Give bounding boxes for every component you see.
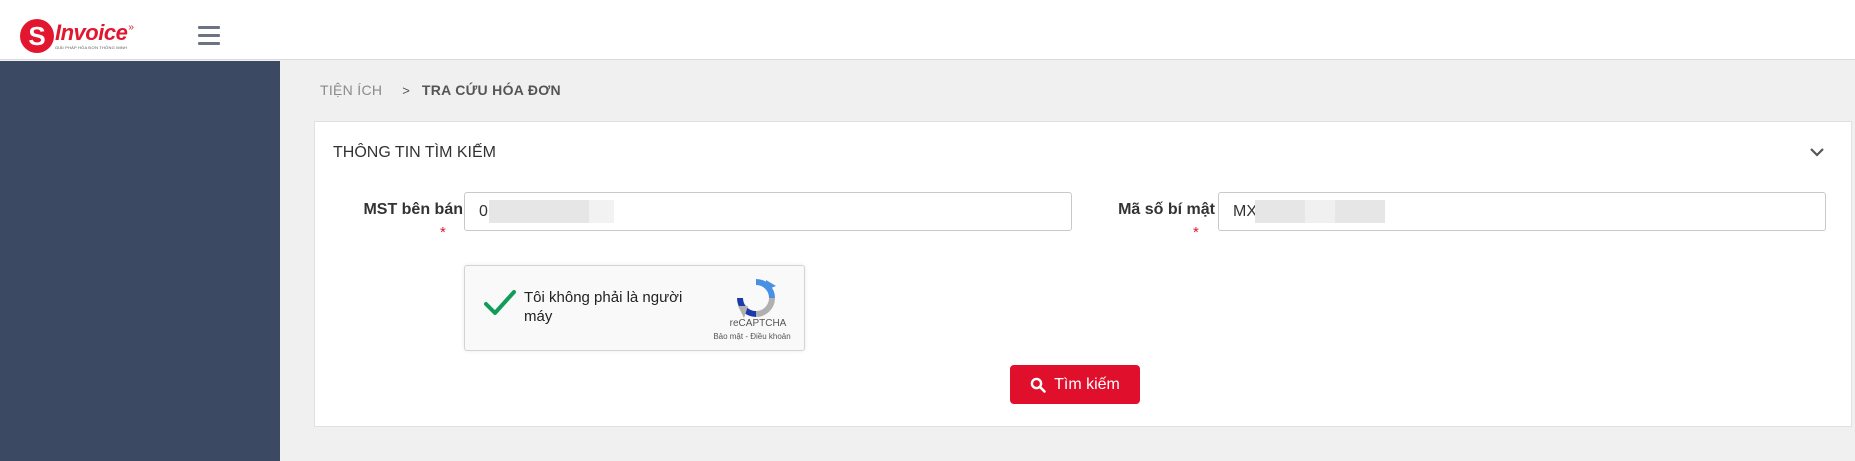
redacted-mask xyxy=(1255,200,1305,223)
breadcrumb-current: TRA CỨU HÓA ĐƠN xyxy=(421,82,561,98)
search-button-label: Tìm kiếm xyxy=(1054,375,1120,393)
secret-code-label: Mã số bí mật xyxy=(1118,201,1215,218)
sinvoice-logo[interactable]: S Invoice» GIẢI PHÁP HÓA ĐƠN THÔNG MINH xyxy=(20,18,134,54)
top-bar: S Invoice» GIẢI PHÁP HÓA ĐƠN THÔNG MINH xyxy=(0,0,1855,60)
panel-title: THÔNG TIN TÌM KIẾM xyxy=(333,144,496,161)
search-button[interactable]: Tìm kiếm xyxy=(1010,365,1140,404)
recaptcha-label: Tôi không phải là người máy xyxy=(524,289,683,325)
redacted-mask xyxy=(489,200,589,223)
checkmark-icon[interactable] xyxy=(483,288,517,318)
breadcrumb-root[interactable]: TIỆN ÍCH xyxy=(320,82,382,98)
recaptcha-widget: Tôi không phải là người máy reCAPTCHA Bả… xyxy=(464,265,805,351)
breadcrumb: TIỆN ÍCH > TRA CỨU HÓA ĐƠN xyxy=(320,82,561,98)
recaptcha-brand: reCAPTCHA xyxy=(729,318,787,329)
logo-word: Invoice xyxy=(55,19,128,45)
required-marker: * xyxy=(1193,224,1199,241)
logo-signal-icon: » xyxy=(128,21,134,33)
recaptcha-links[interactable]: Bảo mật - Điều khoản xyxy=(703,332,801,341)
sidebar xyxy=(0,61,280,461)
logo-tagline: GIẢI PHÁP HÓA ĐƠN THÔNG MINH xyxy=(55,44,128,50)
chevron-down-icon[interactable] xyxy=(1809,146,1825,158)
required-marker: * xyxy=(440,224,446,241)
secret-code-input[interactable]: MX xyxy=(1218,192,1826,231)
seller-tax-code-input[interactable]: 0 xyxy=(464,192,1072,231)
search-icon xyxy=(1030,377,1046,393)
recaptcha-logo-icon xyxy=(737,279,776,318)
logo-circle: S xyxy=(20,19,54,53)
hamburger-menu-icon[interactable] xyxy=(198,26,222,46)
search-info-panel: THÔNG TIN TÌM KIẾM MST bên bán * 0 Mã số… xyxy=(314,121,1852,427)
breadcrumb-separator-icon: > xyxy=(402,82,410,98)
seller-tax-code-label: MST bên bán xyxy=(363,201,463,218)
